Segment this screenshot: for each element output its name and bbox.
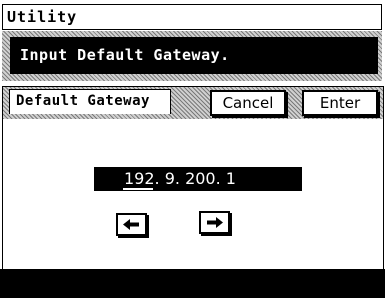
panel-header: Default Gateway Cancel Enter xyxy=(3,87,383,119)
utility-screen: Utility Input Default Gateway. Default G… xyxy=(0,0,385,298)
window-title: Utility xyxy=(7,8,78,26)
cursor-left-button[interactable] xyxy=(116,213,147,236)
arrow-left-icon xyxy=(123,219,139,230)
message-area: Input Default Gateway. xyxy=(2,31,382,81)
field-label: Default Gateway xyxy=(16,93,150,109)
input-cursor xyxy=(123,188,153,190)
bottom-status-bar xyxy=(0,269,385,298)
cursor-right-button[interactable] xyxy=(199,211,230,234)
message-box: Input Default Gateway. xyxy=(10,37,378,74)
field-tab: Default Gateway xyxy=(9,89,171,114)
gateway-value-display[interactable]: 192. 9. 200. 1 xyxy=(94,167,302,191)
enter-button[interactable]: Enter xyxy=(302,90,378,116)
cancel-button[interactable]: Cancel xyxy=(210,90,286,116)
gateway-value: 192. 9. 200. 1 xyxy=(124,169,236,188)
gateway-panel: Default Gateway Cancel Enter 192. 9. 200… xyxy=(2,86,384,296)
instruction-message: Input Default Gateway. xyxy=(20,46,230,64)
arrow-right-icon xyxy=(207,217,223,228)
title-bar: Utility xyxy=(2,4,382,30)
